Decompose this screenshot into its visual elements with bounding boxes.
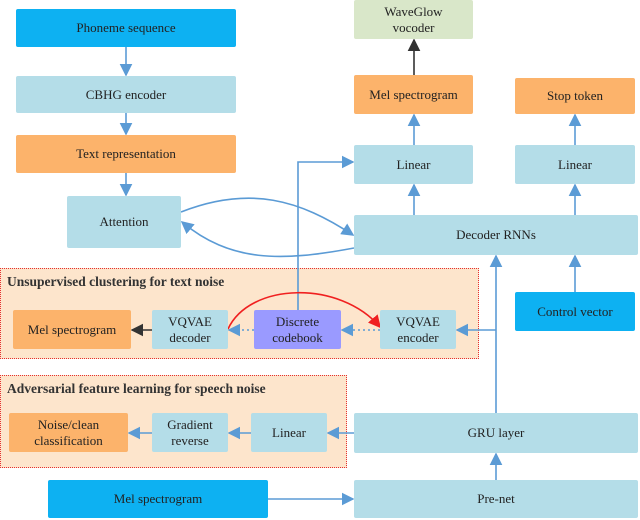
node-stop-token: Stop token [515,78,635,114]
node-gru-layer: GRU layer [354,413,638,453]
node-linear-mel: Linear [354,145,473,184]
node-mel-spectrogram-input: Mel spectrogram [48,480,268,518]
node-control-vector: Control vector [515,292,635,331]
node-pre-net: Pre-net [354,480,638,518]
node-waveglow-vocoder: WaveGlow vocoder [354,0,473,39]
node-discrete-codebook: Discrete codebook [254,310,341,349]
node-decoder-rnns: Decoder RNNs [354,215,638,255]
arrow-decoder-attention [180,220,355,258]
node-phoneme-sequence: Phoneme sequence [16,9,236,47]
arrow-attention-decoder [180,197,355,236]
node-linear-stop: Linear [515,145,635,184]
node-gradient-reverse: Gradient reverse [152,413,228,452]
diagram: Unsupervised clustering for text noise A… [0,0,640,520]
node-cbhg-encoder: CBHG encoder [16,76,236,113]
node-noise-clean-classification: Noise/clean classification [9,413,128,452]
arrow-codebook-linear [297,155,355,310]
node-vqvae-encoder: VQVAE encoder [380,310,456,349]
node-mel-spectrogram-vq: Mel spectrogram [13,310,131,349]
node-linear-adversarial: Linear [251,413,327,452]
node-vqvae-decoder: VQVAE decoder [152,310,228,349]
node-attention: Attention [67,196,181,248]
node-text-representation: Text representation [16,135,236,173]
node-mel-spectrogram-output: Mel spectrogram [354,75,473,114]
